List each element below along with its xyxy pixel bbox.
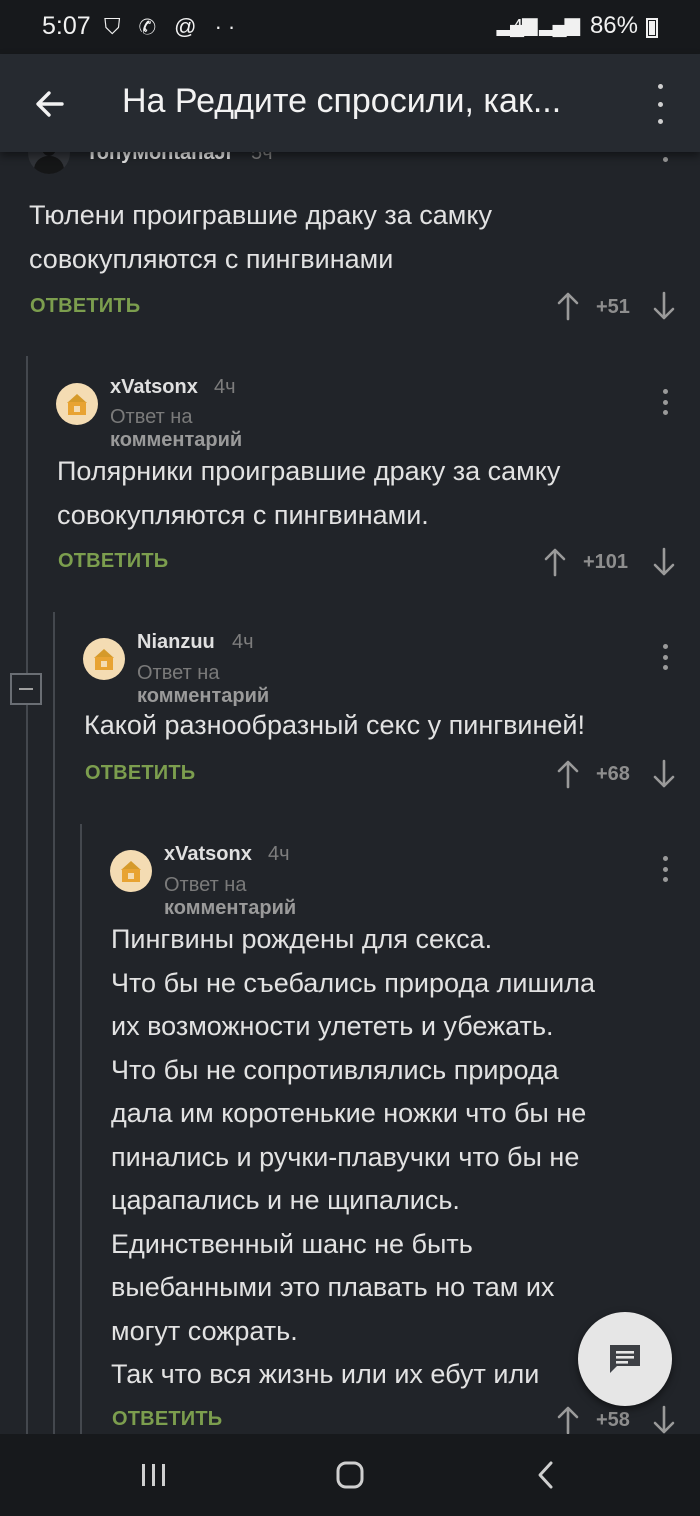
more-dots-icon: ·· xyxy=(214,14,242,39)
comment-text-line: их возможности улететь и убежать. xyxy=(111,1011,554,1041)
back-nav-icon[interactable] xyxy=(526,1458,566,1494)
comment-author[interactable]: xVatsonx xyxy=(110,376,198,399)
reply-to-link[interactable]: комментарий xyxy=(110,429,242,451)
avatar[interactable] xyxy=(110,850,152,892)
home-icon[interactable] xyxy=(330,1458,370,1494)
downvote-arrow-icon[interactable] xyxy=(652,1405,676,1435)
reply-to-label: Ответ на комментарий xyxy=(164,874,297,919)
more-options-icon[interactable] xyxy=(648,84,672,124)
comment-icon xyxy=(610,1345,640,1373)
shield-icon: ⛉ xyxy=(104,14,127,39)
reply-button[interactable]: ОТВЕТИТЬ xyxy=(30,295,140,318)
thread-line xyxy=(80,824,82,1436)
avatar[interactable] xyxy=(56,383,98,425)
upvote-arrow-icon[interactable] xyxy=(556,291,580,321)
avatar[interactable] xyxy=(83,638,125,680)
thread-line xyxy=(53,612,55,1436)
recent-apps-icon[interactable] xyxy=(134,1458,174,1494)
comment-text-line: Единственный шанс не быть xyxy=(111,1228,473,1259)
downvote-arrow-icon[interactable] xyxy=(652,291,676,321)
collapse-thread-button[interactable] xyxy=(10,673,42,705)
comment-menu-icon[interactable] xyxy=(660,856,670,882)
comment-menu-icon[interactable] xyxy=(660,644,670,670)
comment-time: 4ч xyxy=(232,631,254,653)
whatsapp-icon: ✆ xyxy=(138,14,162,39)
add-comment-button[interactable] xyxy=(578,1312,672,1406)
app-bar: На Реддите спросили, как... xyxy=(0,54,700,152)
comment-text-line: дала им коротенькие ножки что бы не xyxy=(111,1098,587,1128)
reply-to-label: Ответ на комментарий xyxy=(110,406,243,451)
comment-text-line: пинались и ручки-плавучки что бы не xyxy=(111,1141,580,1172)
comment-text-line: Что бы не съебались природа лишила xyxy=(111,967,596,998)
back-arrow-icon[interactable] xyxy=(30,84,70,124)
comment-score: +58 xyxy=(596,1409,630,1431)
comment-text-line: царапались и не щипались. xyxy=(111,1185,460,1215)
reply-button[interactable]: ОТВЕТИТЬ xyxy=(112,1408,222,1431)
comment-text-line: Что бы не сопротивлялись природа xyxy=(111,1054,559,1085)
status-bar: 5:07 ⛉ ✆ @ ·· 4G ▂▄▆ ▂▄▆ 86% xyxy=(0,0,700,54)
comment-text: Полярники проигравшие драку за самку сов… xyxy=(57,456,561,530)
comment-score: +68 xyxy=(596,763,630,785)
comment-author[interactable]: xVatsonx xyxy=(164,843,252,866)
status-time: 5:07 xyxy=(42,12,91,40)
battery-percent: 86% xyxy=(589,12,638,39)
upvote-arrow-icon[interactable] xyxy=(543,547,567,577)
reply-button[interactable]: ОТВЕТИТЬ xyxy=(85,762,195,785)
upvote-arrow-icon[interactable] xyxy=(556,759,580,789)
comment-text: Какой разнообразный секс у пингвиней! xyxy=(84,710,586,740)
comment-text: Пингвины рождены для секса. Что бы не съ… xyxy=(111,918,671,1397)
notification-icons: ⛉ ✆ @ ·· xyxy=(104,14,241,40)
downvote-arrow-icon[interactable] xyxy=(652,759,676,789)
comment-text: Тюлени проигравшие драку за самку совоку… xyxy=(29,200,492,274)
comment-score: +51 xyxy=(596,296,630,318)
comment-score: +101 xyxy=(583,551,629,573)
comment-time: 4ч xyxy=(214,376,236,398)
comment-text-line: выебанными это плавать но там их xyxy=(111,1272,555,1302)
reply-to-link[interactable]: комментарий xyxy=(164,897,296,919)
battery-icon xyxy=(646,18,658,38)
downvote-arrow-icon[interactable] xyxy=(652,547,676,577)
comment-menu-icon[interactable] xyxy=(660,389,670,415)
comment-author[interactable]: Nianzuu xyxy=(137,631,215,654)
comment-time: 4ч xyxy=(268,843,290,865)
thread-line xyxy=(26,356,28,1436)
upvote-arrow-icon[interactable] xyxy=(556,1405,580,1435)
comment-text-line: Пингвины рождены для секса. xyxy=(111,924,493,954)
page-title: На Реддите спросили, как... xyxy=(122,82,562,120)
at-icon: @ xyxy=(174,14,203,39)
signal-icon: ▂▄▆ ▂▄▆ xyxy=(496,14,580,36)
reply-to-label: Ответ на комментарий xyxy=(137,662,270,707)
system-nav-bar xyxy=(0,1434,700,1516)
reply-button[interactable]: ОТВЕТИТЬ xyxy=(58,550,168,573)
